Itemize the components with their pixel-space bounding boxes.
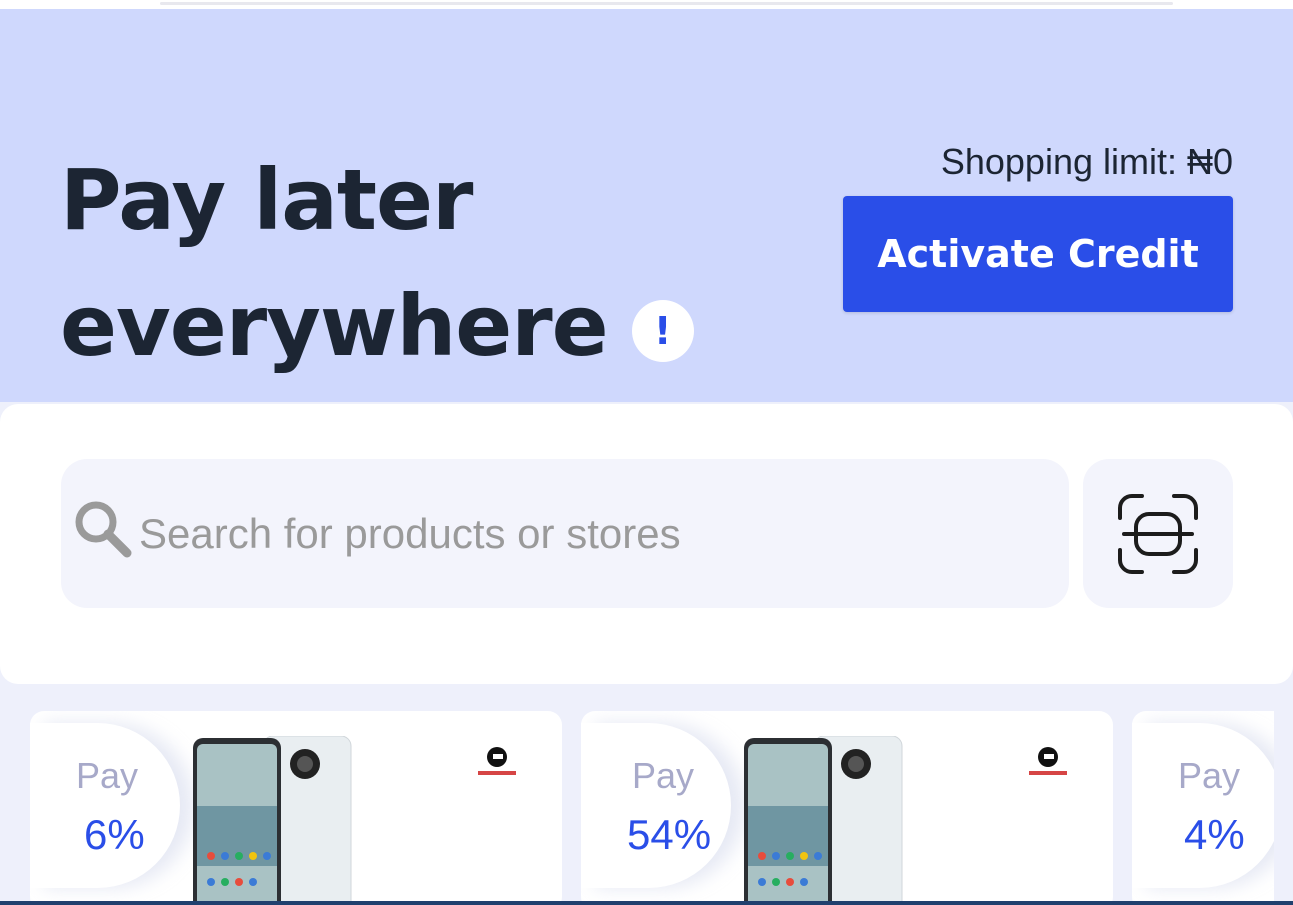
pay-badge: [1132, 723, 1274, 888]
search-bar[interactable]: [61, 459, 1069, 608]
pay-label: Pay: [1178, 755, 1241, 796]
deals-carousel[interactable]: Pay 6% Pay 54% Pay 4%: [30, 711, 1274, 905]
deal-card[interactable]: Pay 54%: [581, 711, 1113, 905]
deal-card[interactable]: Pay 6%: [30, 711, 562, 905]
title-line-2: everywhere: [60, 277, 609, 375]
pay-label: Pay: [76, 755, 139, 796]
pay-percent: 4%: [1184, 811, 1245, 858]
hero-banner: Pay later everywhere ! Shopping limit: ₦…: [0, 9, 1293, 402]
search-icon: [75, 501, 132, 558]
pay-label: Pay: [632, 755, 695, 796]
activate-credit-button[interactable]: Activate Credit: [843, 196, 1233, 312]
title-line-2-row: everywhere !: [60, 263, 694, 389]
deal-card[interactable]: Pay 4%: [1132, 711, 1274, 905]
pay-badge: [30, 723, 180, 888]
phone-image: [744, 736, 903, 905]
shopping-limit: Shopping limit: ₦0: [940, 141, 1233, 182]
top-divider: [160, 2, 1173, 5]
pay-percent: 54%: [627, 811, 712, 858]
title-line-1: Pay later: [60, 151, 473, 249]
info-icon[interactable]: !: [631, 300, 694, 362]
scan-icon: [1118, 493, 1198, 574]
bottom-edge: [0, 901, 1293, 905]
page-title: Pay later everywhere !: [60, 137, 694, 389]
scan-button[interactable]: [1083, 459, 1233, 608]
pay-badge: [581, 723, 731, 888]
store-logo-icon: [1029, 747, 1067, 775]
top-strip: [0, 0, 1293, 9]
search-panel: [0, 404, 1293, 684]
phone-image: [193, 736, 352, 905]
pay-percent: 6%: [84, 811, 145, 858]
search-input[interactable]: [139, 494, 1039, 574]
store-logo-icon: [478, 747, 516, 775]
